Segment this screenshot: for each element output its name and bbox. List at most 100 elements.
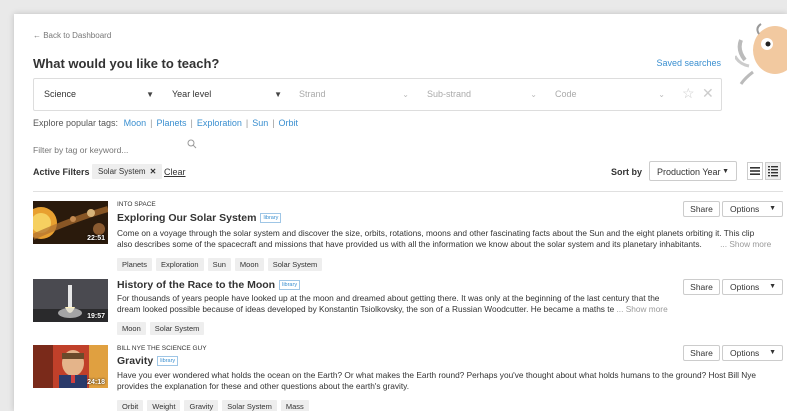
popular-tag-orbit[interactable]: Orbit [279, 118, 299, 128]
show-more-link[interactable]: ... Show more [617, 304, 668, 314]
mascot-icon [735, 23, 787, 85]
chevron-down-icon: ▼ [274, 90, 282, 99]
chevron-down-icon: ▼ [769, 283, 776, 290]
result-tag[interactable]: Orbit [117, 400, 144, 411]
tag-separator: | [272, 118, 275, 128]
chevron-down-icon: ⌄ [530, 90, 537, 99]
sort-select-value: Production Year [657, 167, 721, 177]
popular-tag-planets[interactable]: Planets [156, 118, 186, 128]
strand-dropdown-label: Strand [299, 89, 326, 99]
series-name: BILL NYE THE SCIENCE GUY [117, 345, 207, 352]
video-duration: 22:51 [87, 235, 105, 242]
video-thumbnail[interactable]: 19:57 [33, 279, 108, 322]
description-line: For thousands of years people have looke… [117, 293, 660, 303]
strand-dropdown[interactable]: Strand ⌄ [299, 79, 409, 110]
result-item: 24:18 BILL NYE THE SCIENCE GUY Gravity li… [33, 345, 783, 411]
chevron-down-icon: ▼ [146, 90, 154, 99]
result-title[interactable]: Exploring Our Solar System library [117, 212, 282, 224]
description-line-container: also describes some of the spacecraft an… [117, 239, 783, 250]
result-tag[interactable]: Weight [147, 400, 181, 411]
tag-separator: | [190, 118, 193, 128]
description-line: provides the explanation for these and o… [117, 381, 410, 391]
result-title[interactable]: Gravity library [117, 355, 179, 367]
result-title[interactable]: History of the Race to the Moon library [117, 279, 301, 291]
result-description: Have you ever wondered what holds the oc… [117, 370, 783, 392]
description-line: Come on a voyage through the solar syste… [117, 228, 755, 238]
page-card: ← Back to Dashboard What would you like … [14, 14, 787, 411]
subject-dropdown[interactable]: Science ▼ [44, 79, 154, 110]
sort-by-label: Sort by [611, 167, 643, 177]
video-thumbnail[interactable]: 22:51 [33, 201, 108, 244]
video-duration: 19:57 [87, 313, 105, 320]
active-filter-chip: Solar System ✕ [92, 164, 163, 179]
remove-filter-close-icon[interactable]: ✕ [150, 167, 157, 176]
result-tag[interactable]: Moon [234, 258, 264, 271]
popular-tags-row: Explore popular tags: Moon | Planets | Explo… [33, 118, 298, 128]
result-tag[interactable]: Solar System [267, 258, 323, 271]
search-input[interactable] [33, 145, 173, 155]
result-tags: Moon Solar System [117, 318, 208, 335]
result-tag[interactable]: Gravity [184, 400, 219, 411]
series-name: INTO SPACE [117, 201, 156, 208]
year-level-dropdown[interactable]: Year level ▼ [172, 79, 282, 110]
options-button[interactable]: Options ▼ [722, 279, 783, 295]
subject-dropdown-label: Science [44, 89, 77, 99]
video-duration: 24:18 [87, 379, 105, 386]
result-tags: Orbit Weight Gravity Solar System Mass [117, 396, 313, 411]
result-tag[interactable]: Mass [280, 400, 309, 411]
library-badge: library [279, 280, 301, 291]
chevron-down-icon: ⌄ [402, 90, 409, 99]
sub-strand-dropdown-label: Sub-strand [427, 89, 472, 99]
clear-filters-link[interactable]: Clear [164, 167, 186, 177]
chevron-down-icon: ▼ [769, 205, 776, 212]
active-filters-label: Active Filters [33, 167, 90, 177]
description-line-container: dream looked possible because of ideas d… [117, 304, 677, 315]
popular-tag-exploration[interactable]: Exploration [197, 118, 242, 128]
code-dropdown[interactable]: Code ⌄ [555, 79, 665, 110]
view-toggle [747, 162, 783, 180]
options-button[interactable]: Options ▼ [722, 201, 783, 217]
chevron-down-icon: ▼ [722, 168, 729, 175]
code-dropdown-label: Code [555, 89, 577, 99]
options-button-label: Options [730, 282, 760, 292]
options-button-label: Options [730, 204, 760, 214]
search-icon[interactable] [187, 139, 197, 149]
options-button[interactable]: Options ▼ [722, 345, 783, 361]
result-description: Come on a voyage through the solar syste… [117, 228, 783, 250]
description-line: dream looked possible because of ideas d… [117, 304, 615, 314]
sub-strand-dropdown[interactable]: Sub-strand ⌄ [427, 79, 537, 110]
keyword-search [33, 139, 213, 155]
result-tags: Planets Exploration Sun Moon Solar System [117, 254, 326, 271]
saved-searches-link[interactable]: Saved searches [656, 58, 721, 68]
chevron-down-icon: ⌄ [658, 90, 665, 99]
popular-tag-moon[interactable]: Moon [124, 118, 147, 128]
result-tag[interactable]: Solar System [222, 400, 277, 411]
result-tag[interactable]: Sun [207, 258, 231, 271]
chevron-down-icon: ▼ [769, 349, 776, 356]
result-item: 19:57 History of the Race to the Moon lib… [33, 279, 783, 335]
page-title: What would you like to teach? [33, 56, 220, 71]
video-thumbnail[interactable]: 24:18 [33, 345, 108, 388]
result-tag[interactable]: Exploration [156, 258, 204, 271]
back-to-dashboard-link[interactable]: ← Back to Dashboard [33, 31, 111, 40]
save-search-star-icon[interactable]: ☆ [682, 86, 696, 100]
popular-tags-label: Explore popular tags: [33, 118, 119, 128]
library-badge: library [157, 356, 179, 367]
sort-select[interactable]: Production Year ▼ [649, 161, 737, 181]
clear-filters-close-icon[interactable]: ✕ [702, 86, 714, 100]
result-title-text: Gravity [117, 355, 154, 367]
share-button[interactable]: Share [683, 279, 720, 295]
result-tag[interactable]: Moon [117, 322, 146, 335]
share-button[interactable]: Share [683, 201, 720, 217]
result-tag[interactable]: Planets [117, 258, 153, 271]
active-filter-chip-label: Solar System [98, 167, 146, 176]
detail-list-view-icon[interactable] [765, 162, 781, 180]
result-tag[interactable]: Solar System [149, 322, 205, 335]
share-button[interactable]: Share [683, 345, 720, 361]
list-view-icon[interactable] [747, 162, 763, 180]
popular-tag-sun[interactable]: Sun [252, 118, 268, 128]
show-more-link[interactable]: ... Show more [720, 239, 771, 249]
result-item: 22:51 INTO SPACE Exploring Our Solar Sys… [33, 201, 783, 271]
result-title-text: Exploring Our Solar System [117, 212, 257, 224]
tag-separator: | [150, 118, 153, 128]
